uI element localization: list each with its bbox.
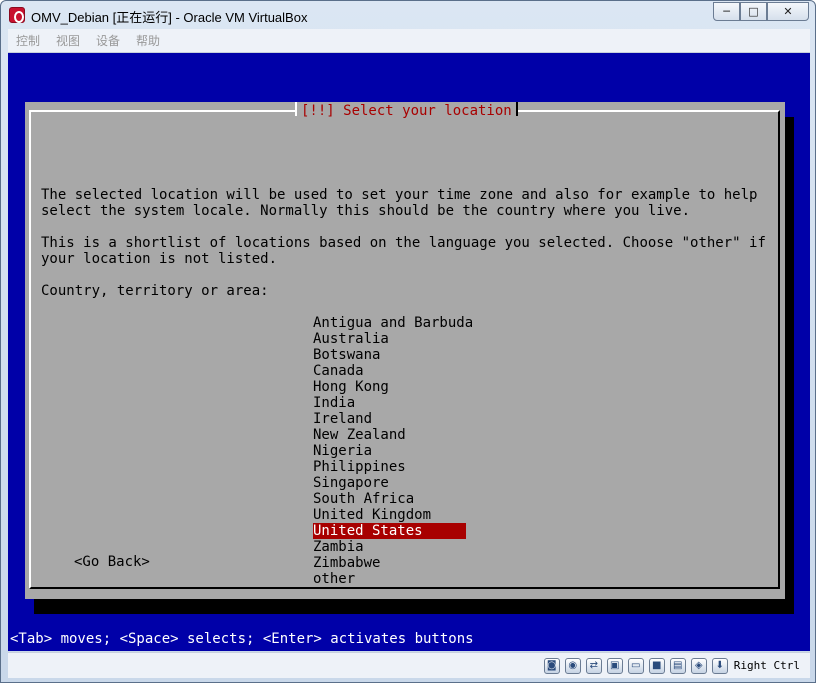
close-button[interactable]: ✕ — [767, 2, 809, 21]
menu-control[interactable]: 控制 — [16, 32, 40, 49]
host-key-icon: ⬇ — [711, 657, 728, 674]
country-option[interactable]: Australia — [313, 331, 466, 347]
menu-bar: 控制 视图 设备 帮助 — [8, 29, 810, 53]
debian-app-icon — [9, 7, 25, 23]
country-option[interactable]: South Africa — [313, 491, 466, 507]
country-option[interactable]: Antigua and Barbuda — [313, 315, 473, 331]
go-back-button[interactable]: <Go Back> — [74, 554, 150, 570]
video-capture-icon[interactable]: ■ — [648, 657, 665, 674]
window-controls: ─ □ ✕ — [713, 2, 809, 21]
country-option[interactable]: Zimbabwe — [313, 555, 466, 571]
keyboard-help-bar: <Tab> moves; <Space> selects; <Enter> ac… — [10, 631, 474, 647]
virtualbox-window: OMV_Debian [正在运行] - Oracle VM VirtualBox… — [0, 0, 816, 683]
hard-disk-icon[interactable]: ◙ — [543, 657, 560, 674]
mouse-integration-icon[interactable]: ◈ — [690, 657, 707, 674]
installer-dialog: [!!] Select your location The selected l… — [25, 102, 785, 599]
country-option[interactable]: Nigeria — [313, 443, 466, 459]
country-option[interactable]: United Kingdom — [313, 507, 466, 523]
display-icon[interactable]: ▭ — [627, 657, 644, 674]
country-option[interactable]: India — [313, 395, 466, 411]
country-option[interactable]: United States — [313, 523, 466, 539]
dialog-title: [!!] Select your location — [295, 102, 518, 120]
optical-drive-icon[interactable]: ◉ — [564, 657, 581, 674]
country-option[interactable]: Hong Kong — [313, 379, 466, 395]
title-bar[interactable]: OMV_Debian [正在运行] - Oracle VM VirtualBox… — [1, 1, 815, 29]
description-line-1: The selected location will be used to se… — [41, 187, 758, 203]
country-option[interactable]: Botswana — [313, 347, 466, 363]
country-prompt: Country, territory or area: — [41, 283, 269, 299]
host-key-label: Right Ctrl — [733, 659, 800, 672]
country-option[interactable]: Singapore — [313, 475, 466, 491]
shared-folders-icon[interactable]: ▣ — [606, 657, 623, 674]
shortlist-line-1: This is a shortlist of locations based o… — [41, 235, 766, 251]
country-option[interactable]: New Zealand — [313, 427, 466, 443]
menu-help[interactable]: 帮助 — [136, 32, 160, 49]
country-option[interactable]: Ireland — [313, 411, 466, 427]
maximize-button[interactable]: □ — [740, 2, 767, 21]
country-option[interactable]: Philippines — [313, 459, 466, 475]
vm-screen[interactable]: [!!] Select your location The selected l… — [8, 53, 810, 651]
menu-view[interactable]: 视图 — [56, 32, 80, 49]
country-list[interactable]: Antigua and Barbuda Australia Botswana C… — [313, 315, 473, 587]
country-option[interactable]: Zambia — [313, 539, 466, 555]
minimize-button[interactable]: ─ — [713, 2, 740, 21]
network-icon[interactable]: ▤ — [669, 657, 686, 674]
description-line-2: select the system locale. Normally this … — [41, 203, 691, 219]
country-option[interactable]: Canada — [313, 363, 466, 379]
status-bar: ◙ ◉ ⇄ ▣ ▭ ■ ▤ ◈ ⬇ Right Ctrl — [8, 652, 810, 678]
window-title: OMV_Debian [正在运行] - Oracle VM VirtualBox — [31, 10, 308, 25]
shortlist-line-2: your location is not listed. — [41, 251, 278, 267]
usb-icon[interactable]: ⇄ — [585, 657, 602, 674]
country-option[interactable]: other — [313, 571, 466, 587]
menu-devices[interactable]: 设备 — [96, 32, 120, 49]
